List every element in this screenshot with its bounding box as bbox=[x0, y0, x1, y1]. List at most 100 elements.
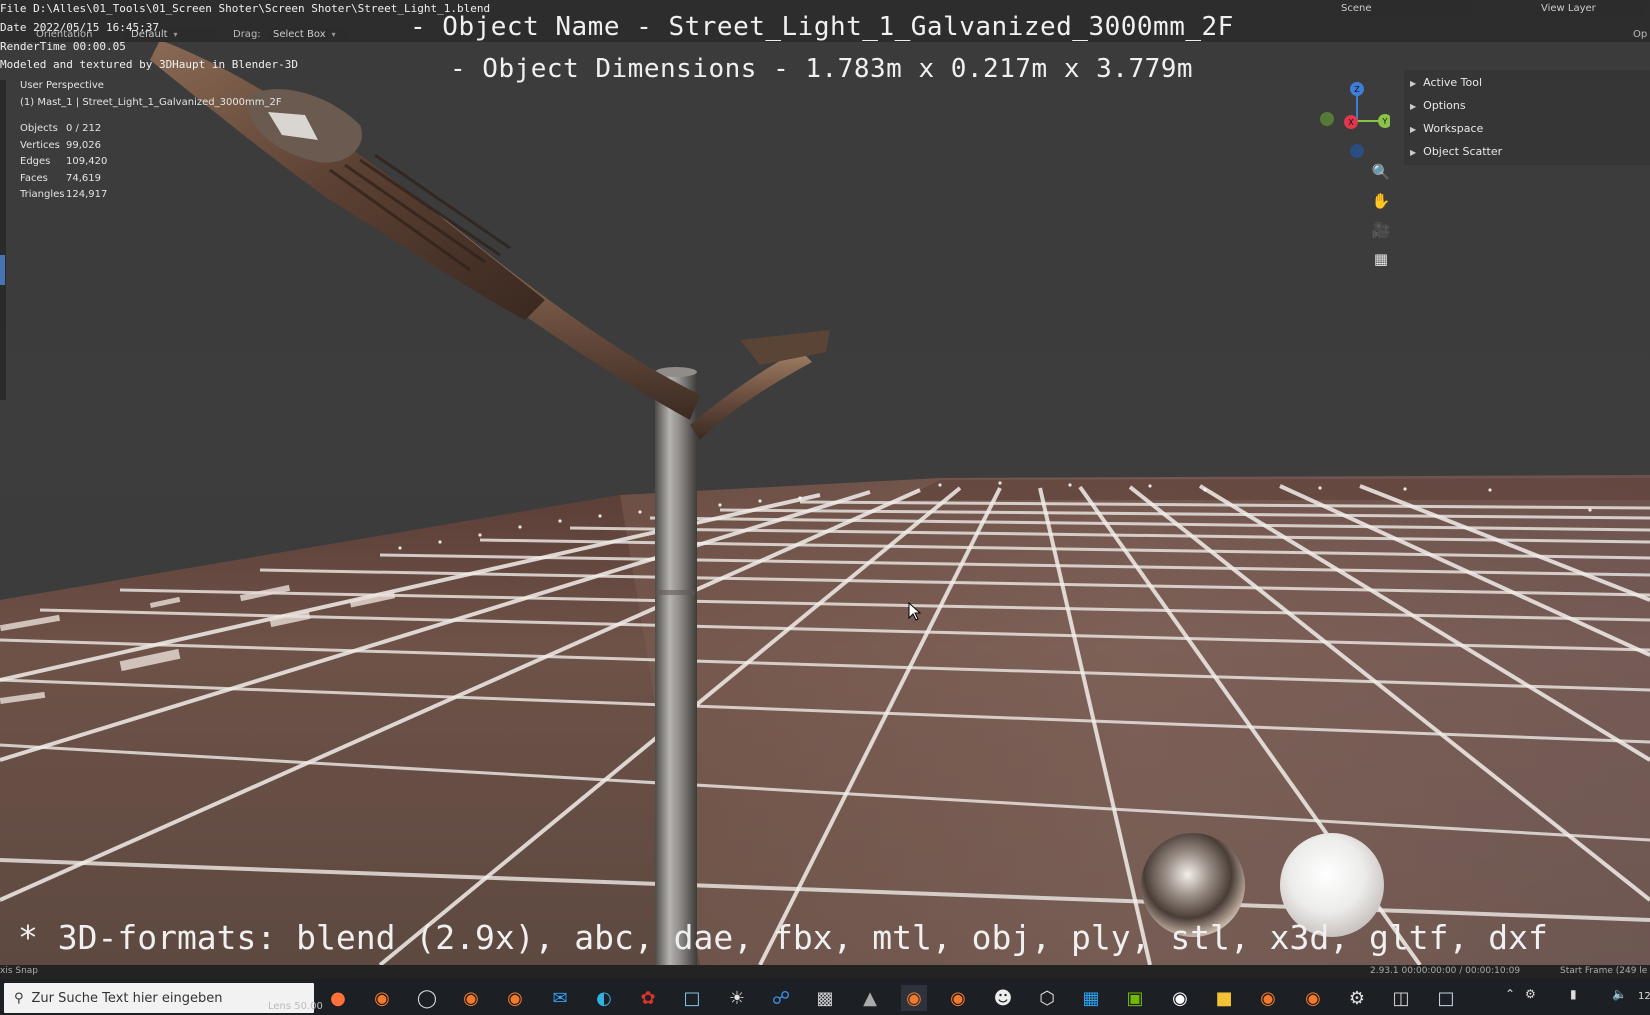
calendar-icon[interactable]: ▦ bbox=[1078, 985, 1104, 1011]
start-frame-text: Start Frame (249 le bbox=[1560, 966, 1648, 976]
clock-text[interactable]: 12 bbox=[1638, 991, 1650, 1002]
media-icon[interactable]: ◉ bbox=[1167, 985, 1193, 1011]
chat-icon[interactable]: ☍ bbox=[768, 985, 794, 1011]
blender-icon[interactable]: ◉ bbox=[901, 985, 927, 1011]
sidebar-item-options[interactable]: ▶ Options bbox=[1410, 99, 1466, 112]
horizon-dot bbox=[758, 499, 762, 503]
stat-objects: Objects 0 / 212 bbox=[20, 123, 102, 134]
blender-icon[interactable]: ◉ bbox=[945, 985, 971, 1011]
steam-icon[interactable]: ◯ bbox=[414, 985, 440, 1011]
cube-icon[interactable]: ⬡ bbox=[1034, 985, 1060, 1011]
status-left-text: xis Snap bbox=[0, 966, 39, 976]
camera-icon[interactable]: ▲ bbox=[857, 985, 883, 1011]
axis-neg-y-icon bbox=[1320, 112, 1334, 126]
view-layer-label: View Layer bbox=[1541, 3, 1596, 14]
svg-text:X: X bbox=[1348, 118, 1354, 127]
credit-text: Modeled and textured by 3DHaupt in Blend… bbox=[0, 58, 299, 71]
settings-icon[interactable]: ⚙ bbox=[1344, 985, 1370, 1011]
horizon-dot bbox=[598, 514, 602, 518]
network-icon[interactable]: ◫ bbox=[1388, 985, 1414, 1011]
stat-faces: Faces 74,619 bbox=[20, 172, 101, 184]
search-placeholder: Zur Suche Text hier eingeben bbox=[31, 990, 223, 1006]
toolbar-strip[interactable] bbox=[0, 80, 6, 400]
app-icon[interactable]: ☀ bbox=[724, 985, 750, 1011]
notes-icon[interactable]: □ bbox=[679, 985, 705, 1011]
axis-neg-z-icon bbox=[1350, 144, 1364, 158]
blender-icon[interactable]: ◉ bbox=[502, 985, 528, 1011]
stat-edges: Edges 109,420 bbox=[20, 156, 108, 167]
horizon-dot bbox=[398, 546, 402, 550]
blender-icon[interactable]: ◉ bbox=[1255, 985, 1281, 1011]
horizon-dot bbox=[1403, 487, 1407, 491]
render-time-text: RenderTime 00:00.05 bbox=[0, 40, 126, 53]
horizon-dot bbox=[1488, 488, 1492, 492]
formats-banner: * 3D-formats: blend (2.9x), abc, dae, fb… bbox=[18, 918, 1548, 957]
status-bar: xis Snap 2.93.1 00:00:00:00 / 00:00:10:0… bbox=[0, 965, 1650, 979]
selection-label: (1) Mast_1 | Street_Light_1_Galvanized_3… bbox=[20, 96, 282, 108]
zoom-icon[interactable]: 🔍 bbox=[1368, 159, 1394, 185]
chevron-down-icon: ▾ bbox=[173, 30, 178, 39]
horizon-dot bbox=[1588, 508, 1592, 512]
viewport-stats: User Perspective (1) Mast_1 | Street_Lig… bbox=[20, 80, 282, 206]
view-layer-selector[interactable]: View Layer bbox=[1535, 1, 1645, 16]
stat-vertices: Vertices 99,026 bbox=[20, 139, 101, 151]
sidebar-item-workspace[interactable]: ▶ Workspace bbox=[1410, 122, 1483, 135]
horizon-dot bbox=[938, 483, 942, 487]
windows-taskbar: ⚲ Zur Suche Text hier eingeben Lens 50.0… bbox=[0, 979, 1650, 1015]
expand-icon: ▶ bbox=[1410, 102, 1417, 111]
horizon-dot bbox=[1068, 483, 1072, 487]
lens-text: Lens 50.00 bbox=[268, 1001, 323, 1012]
blender-icon[interactable]: ◉ bbox=[458, 985, 484, 1011]
horizon-dot bbox=[638, 510, 642, 514]
navigation-gizmo[interactable]: Z Y X bbox=[1310, 78, 1390, 158]
3d-viewport[interactable]: Orientation Default ▾ Drag: Select Box ▾ S… bbox=[0, 0, 1650, 965]
sidebar-item-active-tool[interactable]: ▶ Active Tool bbox=[1410, 76, 1482, 89]
svg-text:Y: Y bbox=[1382, 117, 1388, 126]
mail-icon[interactable]: ✉ bbox=[547, 985, 573, 1011]
blender-icon[interactable]: ◉ bbox=[1300, 985, 1326, 1011]
horizon-dot bbox=[998, 481, 1002, 485]
nvidia-icon[interactable]: ▣ bbox=[1122, 985, 1148, 1011]
edge-icon[interactable]: ◐ bbox=[591, 985, 617, 1011]
blender-icon[interactable]: ◉ bbox=[369, 985, 395, 1011]
horizon-dot bbox=[1148, 484, 1152, 488]
date-text: Date 2022/05/15 16:45:37 bbox=[0, 21, 159, 34]
window-icon[interactable]: □ bbox=[1433, 985, 1459, 1011]
options-label[interactable]: Op bbox=[1633, 29, 1647, 40]
drag-dropdown[interactable]: Select Box ▾ bbox=[267, 27, 349, 42]
horizon-dot bbox=[438, 540, 442, 544]
horizon-dot bbox=[718, 503, 722, 507]
version-text: 2.93.1 00:00:00:00 / 00:00:10:09 bbox=[1370, 966, 1521, 976]
folder-icon[interactable]: ■ bbox=[1211, 985, 1237, 1011]
horizon-dot bbox=[518, 525, 522, 529]
sidebar-item-object-scatter[interactable]: ▶ Object Scatter bbox=[1410, 145, 1502, 158]
drag-label: Drag: bbox=[233, 29, 261, 40]
bug-icon[interactable]: ✿ bbox=[635, 985, 661, 1011]
grid-icon[interactable]: ▦ bbox=[1368, 246, 1394, 272]
firefox-icon[interactable]: ● bbox=[325, 985, 351, 1011]
horizon-dot bbox=[798, 496, 802, 500]
sidebar-panel: ▶ Active Tool ▶ Options ▶ Workspace ▶ Object… bbox=[1404, 70, 1650, 165]
chevron-down-icon: ▾ bbox=[331, 30, 336, 39]
hand-icon[interactable]: ✋ bbox=[1368, 188, 1394, 214]
expand-icon: ▶ bbox=[1410, 79, 1417, 88]
tray-network-icon[interactable]: ⚙ bbox=[1525, 987, 1536, 1001]
active-tool-indicator bbox=[0, 255, 5, 285]
object-dimensions-title: - Object Dimensions - 1.783m x 0.217m x … bbox=[450, 54, 1194, 84]
panda-icon[interactable]: ☻ bbox=[990, 985, 1016, 1011]
search-icon: ⚲ bbox=[14, 990, 24, 1006]
horizon-dot bbox=[1318, 486, 1322, 490]
svg-text:Z: Z bbox=[1354, 85, 1360, 94]
tray-volume-icon[interactable]: 🔈 bbox=[1612, 987, 1627, 1001]
camera-icon[interactable]: 🎥 bbox=[1368, 217, 1394, 243]
object-name-title: - Object Name - Street_Light_1_Galvanize… bbox=[410, 12, 1234, 42]
perspective-label: User Perspective bbox=[20, 80, 104, 91]
horizon-dot bbox=[558, 519, 562, 523]
scene-selector[interactable]: Scene bbox=[1335, 1, 1470, 16]
expand-icon: ▶ bbox=[1410, 148, 1417, 157]
tray-battery-icon[interactable]: ▮ bbox=[1570, 987, 1577, 1001]
horizon-dot bbox=[1203, 488, 1207, 492]
scene-label: Scene bbox=[1341, 3, 1372, 14]
terminal-icon[interactable]: ▩ bbox=[812, 985, 838, 1011]
tray-chevron-icon[interactable]: ⌃ bbox=[1505, 987, 1515, 1001]
